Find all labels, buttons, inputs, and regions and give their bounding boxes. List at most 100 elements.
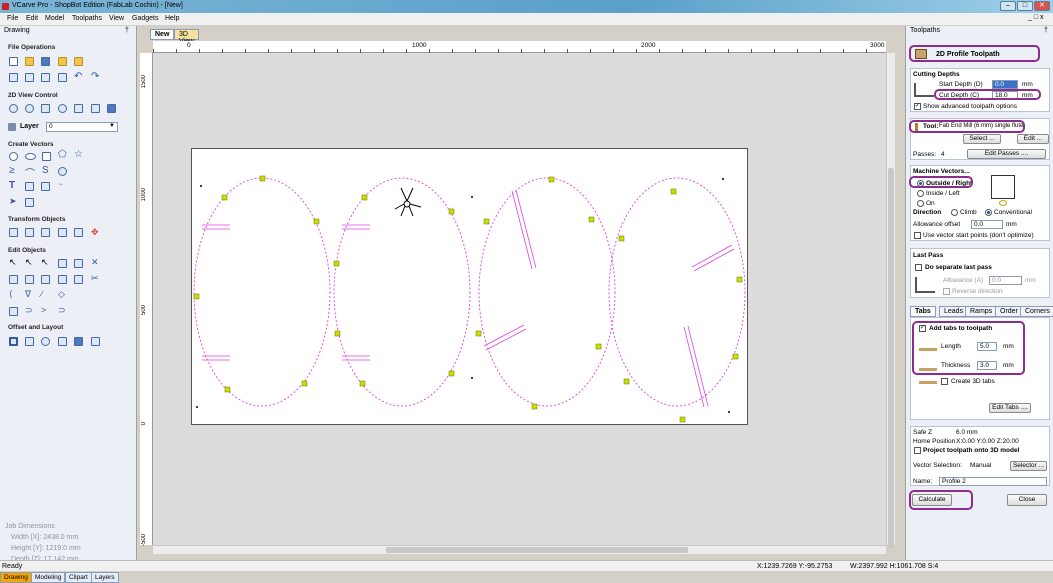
join-icon[interactable] — [58, 275, 67, 284]
undo-icon[interactable]: ↶ — [74, 71, 82, 82]
move-icon[interactable] — [9, 228, 18, 237]
polyline-icon[interactable]: ≥ — [9, 165, 15, 176]
project-toolpath-checkbox[interactable] — [914, 447, 921, 454]
paste-icon[interactable] — [58, 73, 67, 82]
tab-leads[interactable]: Leads — [939, 306, 969, 317]
text-icon[interactable]: T — [9, 180, 15, 191]
offset-icon[interactable] — [9, 337, 18, 346]
save-icon[interactable] — [41, 57, 50, 66]
polygon-icon[interactable]: ⬠ — [58, 149, 67, 160]
grid-icon[interactable] — [74, 104, 83, 113]
rotate-icon[interactable] — [25, 228, 34, 237]
node-select-icon[interactable]: ↖ — [25, 257, 33, 268]
group-icon[interactable] — [58, 259, 67, 268]
calculate-button[interactable]: Calculate — [912, 494, 952, 506]
smooth-icon[interactable]: ∕ — [41, 289, 43, 299]
ungroup-icon[interactable] — [74, 259, 83, 268]
menu-file[interactable]: File — [7, 15, 18, 22]
scissors-icon[interactable]: ✂ — [91, 273, 99, 284]
conventional-radio[interactable] — [985, 209, 992, 216]
add-tabs-checkbox[interactable]: ✓ — [919, 325, 926, 332]
menu-model[interactable]: Model — [45, 15, 64, 22]
circle-icon[interactable] — [9, 152, 18, 161]
tab-clipart[interactable]: Clipart — [65, 572, 92, 583]
pin-icon[interactable]: † — [1044, 27, 1048, 34]
array-copy-icon[interactable] — [41, 337, 50, 346]
outside-radio[interactable] — [917, 180, 924, 187]
start-depth-input[interactable]: 0.0 — [992, 80, 1018, 89]
select-icon[interactable]: ↖ — [9, 257, 17, 268]
tab-modeling[interactable]: Modeling — [31, 572, 66, 583]
edit-passes-button[interactable]: Edit Passes .... — [967, 149, 1046, 159]
horizontal-scrollbar[interactable] — [153, 545, 886, 554]
diamond-icon[interactable]: ◇ — [58, 289, 65, 300]
layer-select[interactable]: 0 ▼ — [46, 122, 118, 132]
zoom-out-icon[interactable] — [58, 104, 67, 113]
size-icon[interactable] — [74, 228, 83, 237]
allowance-a-input[interactable]: 0.0 — [989, 276, 1022, 285]
import-bitmap-icon[interactable] — [74, 57, 83, 66]
align-icon[interactable] — [41, 228, 50, 237]
dimension-icon[interactable]: ↔ — [58, 181, 64, 187]
draw-tool-icon[interactable] — [25, 198, 34, 207]
nesting-icon[interactable] — [91, 337, 100, 346]
vertical-scroll-thumb[interactable] — [888, 168, 894, 548]
close-window-button[interactable]: ✕ — [1034, 1, 1050, 11]
tab-ramps[interactable]: Ramps — [965, 306, 998, 317]
interactive-transform-icon[interactable]: ↖ — [41, 257, 49, 268]
copy-icon[interactable] — [41, 73, 50, 82]
arc-icon[interactable]: ⌒ — [25, 165, 35, 180]
redo-icon[interactable]: ↷ — [91, 71, 99, 82]
edit-tool-button[interactable]: Edit ... — [1017, 134, 1049, 144]
select-tool-button[interactable]: Select ... — [963, 134, 1001, 144]
node-edit-icon[interactable]: ➤ — [9, 196, 17, 207]
on-radio[interactable] — [917, 200, 924, 207]
block-copy-icon[interactable] — [74, 337, 83, 346]
vertex-icon[interactable]: ∇ — [25, 289, 31, 300]
length-input[interactable]: 5.0 — [977, 342, 997, 351]
maximize-button[interactable]: □ — [1017, 1, 1033, 11]
close-button[interactable]: Close — [1007, 494, 1047, 506]
dogbone-icon[interactable] — [9, 307, 18, 316]
tab-corners[interactable]: Corners — [1020, 306, 1053, 317]
set-origin-icon[interactable]: ✥ — [91, 227, 99, 238]
text-on-curve-icon[interactable] — [25, 182, 34, 191]
job-setup-icon[interactable] — [9, 73, 18, 82]
allowance-offset-input[interactable]: 0.0 — [971, 220, 1003, 229]
horizontal-scroll-thumb[interactable] — [386, 547, 688, 553]
menu-gadgets[interactable]: Gadgets — [132, 15, 158, 22]
curve-icon[interactable]: S — [42, 165, 49, 176]
close-vector-icon[interactable]: ⊃ — [58, 305, 66, 316]
auto-layout-icon[interactable] — [41, 182, 50, 191]
open-file-icon[interactable] — [25, 57, 34, 66]
import-icon[interactable] — [58, 57, 67, 66]
toolpath-name-input[interactable]: Profile 2 — [939, 477, 1047, 486]
weld-icon[interactable] — [9, 275, 18, 284]
zoom-icon[interactable] — [25, 104, 34, 113]
menu-help[interactable]: Help — [165, 15, 179, 22]
create-3d-tabs-checkbox[interactable] — [941, 378, 948, 385]
edit-tabs-button[interactable]: Edit Tabs .... — [989, 403, 1031, 413]
pin-icon[interactable]: † — [125, 27, 129, 34]
star-icon[interactable]: ☆ — [74, 149, 83, 160]
reverse-direction-checkbox[interactable] — [943, 288, 950, 295]
tab-3d-view[interactable]: 3D View — [174, 29, 200, 45]
show-advanced-checkbox[interactable]: ✓ — [914, 103, 921, 110]
thickness-input[interactable]: 3.0 — [977, 361, 997, 370]
view-3d-icon[interactable] — [107, 104, 116, 113]
extend-icon[interactable] — [74, 275, 83, 284]
nest-icon[interactable] — [25, 337, 34, 346]
tab-layers[interactable]: Layers — [91, 572, 119, 583]
intersect-icon[interactable] — [41, 275, 50, 284]
use-start-points-checkbox[interactable] — [914, 232, 921, 239]
menu-toolpaths[interactable]: Toolpaths — [72, 15, 102, 22]
mirror-icon[interactable] — [58, 228, 67, 237]
circular-copy-icon[interactable] — [58, 337, 67, 346]
inside-radio[interactable] — [917, 190, 924, 197]
mdi-controls-icon[interactable]: _ □ x — [1028, 14, 1044, 21]
menu-edit[interactable]: Edit — [26, 15, 38, 22]
drawing-canvas[interactable] — [153, 53, 886, 545]
trim-icon[interactable]: ✕ — [91, 257, 99, 268]
new-file-icon[interactable] — [9, 57, 18, 66]
fillet-corner-icon[interactable]: ⟨ — [9, 289, 13, 300]
